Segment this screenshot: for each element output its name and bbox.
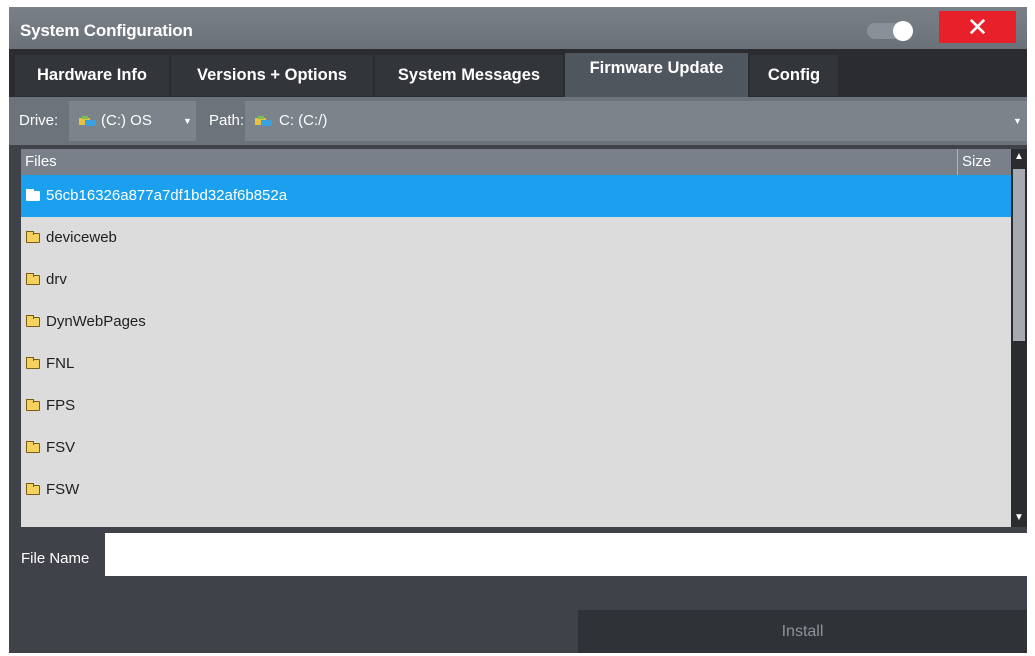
folder-icon — [26, 399, 40, 411]
file-row[interactable]: FNL — [21, 343, 1011, 385]
file-row[interactable]: DynWebPages — [21, 301, 1011, 343]
close-button[interactable]: ✕ — [939, 11, 1016, 43]
file-name: deviceweb — [46, 229, 117, 246]
chevron-down-icon: ▼ — [1013, 116, 1022, 126]
tab-config[interactable]: Config — [750, 55, 838, 96]
toggle-knob — [893, 21, 913, 41]
chevron-down-icon: ▼ — [183, 116, 192, 126]
tab-firmware-update[interactable]: Firmware Update — [565, 53, 748, 97]
file-row[interactable]: FPS — [21, 385, 1011, 427]
file-name: 56cb16326a877a7df1bd32af6b852a — [46, 187, 288, 204]
file-list-header: Files Size — [21, 149, 1011, 175]
tab-hardware-info[interactable]: Hardware Info — [15, 55, 169, 96]
drive-select[interactable]: (C:) OS ▼ — [69, 101, 196, 141]
system-configuration-dialog: System Configuration ✕ Hardware Info Ver… — [9, 7, 1027, 653]
file-name: FPS — [46, 397, 76, 414]
path-value: C: (C:/) — [279, 112, 328, 129]
install-button[interactable]: Install — [578, 610, 1027, 653]
scroll-down-icon[interactable]: ▼ — [1014, 512, 1024, 523]
file-list[interactable]: Files Size 56cb16326a877a7df1bd32af6b852… — [21, 149, 1027, 527]
folder-icon — [26, 441, 40, 453]
folder-icon — [26, 231, 40, 243]
drive-path-bar: Drive: (C:) OS ▼ Path: C: (C:/) ▼ — [9, 97, 1027, 145]
path-select[interactable]: C: (C:/) ▼ — [245, 101, 1027, 141]
file-name: DynWebPages — [46, 313, 146, 330]
folder-icon — [26, 189, 40, 201]
column-header-files[interactable]: Files — [25, 153, 57, 170]
toggle-switch[interactable] — [867, 21, 913, 41]
folder-icon — [26, 273, 40, 285]
folder-icon — [26, 483, 40, 495]
file-row[interactable]: deviceweb — [21, 217, 1011, 259]
folder-icon — [26, 357, 40, 369]
drive-icon — [79, 116, 96, 126]
vertical-scrollbar[interactable]: ▲ ▼ — [1011, 149, 1027, 527]
drive-label: Drive: — [19, 112, 59, 129]
tab-bar: Hardware Info Versions + Options System … — [9, 49, 1027, 97]
path-label: Path: — [209, 112, 245, 129]
file-row[interactable]: drv — [21, 259, 1011, 301]
file-row[interactable]: FSW — [21, 469, 1011, 511]
title-bar: System Configuration ✕ — [9, 7, 1027, 49]
window-title: System Configuration — [20, 21, 193, 40]
drive-icon — [255, 116, 272, 126]
file-name: FSW — [46, 481, 80, 498]
file-row[interactable]: FSV — [21, 427, 1011, 469]
folder-icon — [26, 315, 40, 327]
file-name-input[interactable] — [105, 533, 1027, 576]
drive-value: (C:) OS — [101, 112, 152, 129]
tab-system-messages[interactable]: System Messages — [375, 55, 563, 96]
file-row[interactable]: 56cb16326a877a7df1bd32af6b852a — [21, 175, 1011, 217]
file-name-label: File Name — [21, 550, 90, 567]
scrollbar-thumb[interactable] — [1013, 169, 1025, 341]
scroll-up-icon[interactable]: ▲ — [1014, 151, 1024, 162]
file-name: FNL — [46, 355, 75, 372]
file-name: drv — [46, 271, 67, 288]
tab-versions-options[interactable]: Versions + Options — [171, 55, 373, 96]
column-header-size[interactable]: Size — [957, 149, 1011, 175]
file-name: FSV — [46, 439, 76, 456]
